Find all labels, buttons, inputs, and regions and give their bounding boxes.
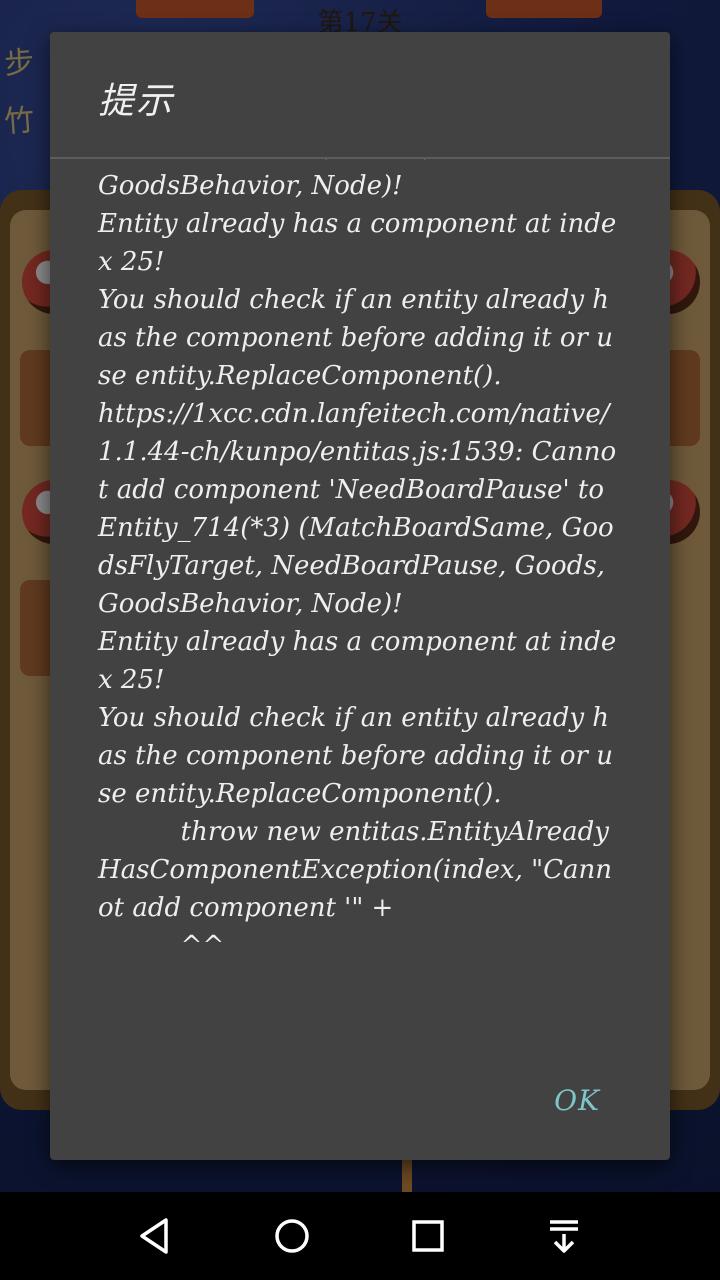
home-circle-icon xyxy=(275,1219,309,1253)
back-button[interactable] xyxy=(132,1212,180,1260)
navigation-bar xyxy=(0,1192,720,1280)
screen: 第17关 步 竹 提示 NeedBoardPause, Goods, Goods… xyxy=(0,0,720,1280)
home-button[interactable] xyxy=(268,1212,316,1260)
alert-dialog: 提示 NeedBoardPause, Goods, GoodsBehavior,… xyxy=(50,32,670,1160)
notification-shade-button[interactable] xyxy=(540,1212,588,1260)
recents-button[interactable] xyxy=(404,1212,452,1260)
notification-shade-icon xyxy=(550,1220,578,1253)
dialog-title: 提示 xyxy=(98,81,175,122)
ok-button[interactable]: OK xyxy=(554,1084,600,1117)
back-triangle-icon xyxy=(140,1218,168,1254)
dialog-message-scroll[interactable]: NeedBoardPause, Goods, GoodsBehavior, No… xyxy=(50,159,670,1039)
recents-square-icon xyxy=(412,1220,444,1252)
dialog-message: NeedBoardPause, Goods, GoodsBehavior, No… xyxy=(98,159,617,961)
